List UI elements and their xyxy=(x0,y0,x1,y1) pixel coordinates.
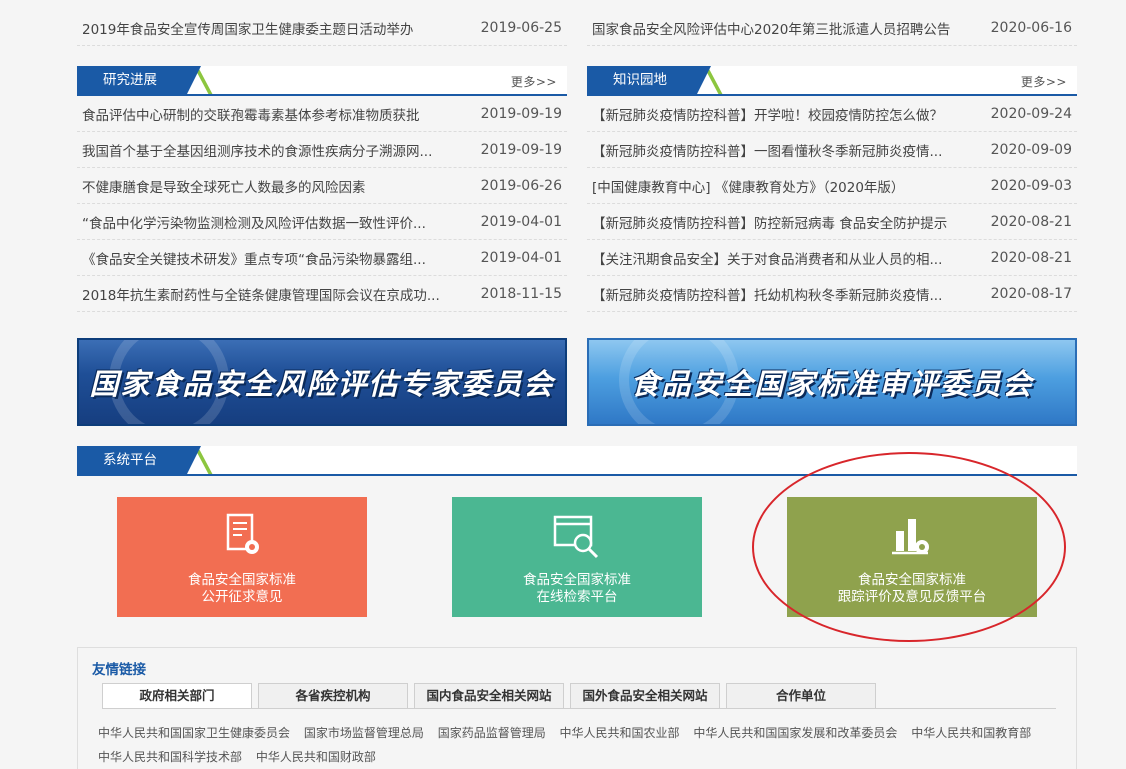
news-date: 2020-09-24 xyxy=(990,105,1072,122)
knowledge-list: 【新冠肺炎疫情防控科普】开学啦！校园疫情防控怎么做？ 2020-09-24 【新冠… xyxy=(587,96,1077,312)
news-title[interactable]: 【新冠肺炎疫情防控科普】开学啦！校园疫情防控怎么做？ xyxy=(592,104,943,124)
list-item[interactable]: “食品中化学污染物监测检测及风险评估数据一致性评价... 2019-04-01 xyxy=(77,204,567,240)
links-list: 中华人民共和国国家卫生健康委员会 国家市场监督管理总局 国家药品监督管理局 中华… xyxy=(98,721,1058,769)
list-item[interactable]: 我国首个基于全基因组测序技术的食源性疾病分子溯源网... 2019-09-19 xyxy=(77,132,567,168)
news-title[interactable]: 【关注汛期食品安全】关于对食品消费者和从业人员的相... xyxy=(592,248,942,268)
top-row-left-wrap: 2019年食品安全宣传周国家卫生健康委主题日活动举办 2019-06-25 xyxy=(77,10,567,46)
list-item[interactable]: [中国健康教育中心] 《健康教育处方》（2020年版） 2020-09-03 xyxy=(587,168,1077,204)
news-title[interactable]: 2018年抗生素耐药性与全链条健康管理国际会议在京成功... xyxy=(82,284,440,304)
research-more-link[interactable]: 更多>> xyxy=(511,73,557,90)
news-title[interactable]: “食品中化学污染物监测检测及风险评估数据一致性评价... xyxy=(82,212,426,232)
platform-line2: 公开征求意见 xyxy=(201,589,283,605)
expert-committee-banner[interactable]: 国家食品安全风险评估专家委员会 xyxy=(77,338,567,426)
news-date: 2020-08-21 xyxy=(990,249,1072,266)
news-title[interactable]: 2019年食品安全宣传周国家卫生健康委主题日活动举办 xyxy=(82,18,413,38)
list-item[interactable]: 【新冠肺炎疫情防控科普】开学啦！校园疫情防控怎么做？ 2020-09-24 xyxy=(587,96,1077,132)
knowledge-title: 知识园地 xyxy=(613,72,667,88)
tab-divider xyxy=(102,708,1056,709)
standard-committee-banner[interactable]: 食品安全国家标准审评委员会 xyxy=(587,338,1077,426)
link-item[interactable]: 中华人民共和国农业部 xyxy=(560,726,680,740)
news-title[interactable]: [中国健康教育中心] 《健康教育处方》（2020年版） xyxy=(592,176,904,196)
link-item[interactable]: 中华人民共和国财政部 xyxy=(256,750,376,764)
knowledge-more-link[interactable]: 更多>> xyxy=(1021,73,1067,90)
link-item[interactable]: 中华人民共和国科学技术部 xyxy=(98,750,242,764)
links-tab-bar: 政府相关部门 各省疾控机构 国内食品安全相关网站 国外食品安全相关网站 合作单位 xyxy=(102,683,876,709)
news-title[interactable]: 国家食品安全风险评估中心2020年第三批派遣人员招聘公告 xyxy=(592,18,950,38)
list-item[interactable]: 【新冠肺炎疫情防控科普】托幼机构秋冬季新冠肺炎疫情... 2020-08-17 xyxy=(587,276,1077,312)
list-item[interactable]: 【关注汛期食品安全】关于对食品消费者和从业人员的相... 2020-08-21 xyxy=(587,240,1077,276)
news-date: 2020-08-17 xyxy=(990,285,1072,302)
news-date: 2020-09-03 xyxy=(990,177,1072,194)
research-tab[interactable]: 研究进展 xyxy=(77,66,213,94)
news-date: 2020-06-16 xyxy=(990,19,1072,36)
knowledge-header: 知识园地 更多>> xyxy=(587,66,1077,96)
news-row[interactable]: 国家食品安全风险评估中心2020年第三批派遣人员招聘公告 2020-06-16 xyxy=(587,10,1077,46)
platform-line1: 食品安全国家标准 xyxy=(188,572,296,588)
tab-domestic-sites[interactable]: 国内食品安全相关网站 xyxy=(414,683,564,709)
platform-line1: 食品安全国家标准 xyxy=(523,572,631,588)
list-item[interactable]: 食品评估中心研制的交联孢霉毒素基体参考标准物质获批 2019-09-19 xyxy=(77,96,567,132)
list-item[interactable]: 不健康膳食是导致全球死亡人数最多的风险因素 2019-06-26 xyxy=(77,168,567,204)
platform-line2: 在线检索平台 xyxy=(536,589,618,605)
news-date: 2019-04-01 xyxy=(480,213,562,230)
list-item[interactable]: 【新冠肺炎疫情防控科普】防控新冠病毒 食品安全防护提示 2020-08-21 xyxy=(587,204,1077,240)
research-header: 研究进展 更多>> xyxy=(77,66,567,96)
news-title[interactable]: 【新冠肺炎疫情防控科普】防控新冠病毒 食品安全防护提示 xyxy=(592,212,947,232)
tab-partners[interactable]: 合作单位 xyxy=(726,683,876,709)
news-date: 2018-11-15 xyxy=(480,285,562,302)
news-title[interactable]: 【新冠肺炎疫情防控科普】托幼机构秋冬季新冠肺炎疫情... xyxy=(592,284,942,304)
news-date: 2019-09-19 xyxy=(480,105,562,122)
system-tab[interactable]: 系统平台 xyxy=(77,446,213,474)
news-date: 2019-09-19 xyxy=(480,141,562,158)
news-date: 2019-06-26 xyxy=(480,177,562,194)
link-item[interactable]: 中华人民共和国教育部 xyxy=(911,726,1031,740)
news-title[interactable]: 食品评估中心研制的交联孢霉毒素基体参考标准物质获批 xyxy=(82,104,420,124)
friendly-links-panel: 友情链接 政府相关部门 各省疾控机构 国内食品安全相关网站 国外食品安全相关网站… xyxy=(77,647,1077,769)
list-item[interactable]: 2018年抗生素耐药性与全链条健康管理国际会议在京成功... 2018-11-15 xyxy=(77,276,567,312)
knowledge-tab[interactable]: 知识园地 xyxy=(587,66,723,94)
tab-provincial-cdc[interactable]: 各省疾控机构 xyxy=(258,683,408,709)
links-title: 友情链接 xyxy=(92,662,146,678)
research-title: 研究进展 xyxy=(103,72,157,88)
document-gear-icon xyxy=(226,513,259,554)
link-item[interactable]: 中华人民共和国国家卫生健康委员会 xyxy=(98,726,290,740)
link-item[interactable]: 国家药品监督管理局 xyxy=(438,726,546,740)
link-item[interactable]: 中华人民共和国国家发展和改革委员会 xyxy=(693,726,897,740)
list-item[interactable]: 《食品安全关键技术研发》重点专项“食品污染物暴露组... 2019-04-01 xyxy=(77,240,567,276)
tab-foreign-sites[interactable]: 国外食品安全相关网站 xyxy=(570,683,720,709)
link-item[interactable]: 国家市场监督管理总局 xyxy=(304,726,424,740)
tab-government[interactable]: 政府相关部门 xyxy=(102,683,252,709)
news-title[interactable]: 【新冠肺炎疫情防控科普】一图看懂秋冬季新冠肺炎疫情... xyxy=(592,140,942,160)
platform-public-comment-button[interactable]: 食品安全国家标准 公开征求意见 xyxy=(117,497,367,617)
news-row[interactable]: 2019年食品安全宣传周国家卫生健康委主题日活动举办 2019-06-25 xyxy=(77,10,567,46)
list-item[interactable]: 【新冠肺炎疫情防控科普】一图看懂秋冬季新冠肺炎疫情... 2020-09-09 xyxy=(587,132,1077,168)
banner-text: 国家食品安全风险评估专家委员会 xyxy=(89,367,555,401)
platform-online-search-button[interactable]: 食品安全国家标准 在线检索平台 xyxy=(452,497,702,617)
news-title[interactable]: 《食品安全关键技术研发》重点专项“食品污染物暴露组... xyxy=(82,248,426,268)
research-section: 研究进展 更多>> 食品评估中心研制的交联孢霉毒素基体参考标准物质获批 2019-… xyxy=(77,66,567,312)
system-title: 系统平台 xyxy=(103,452,157,468)
browser-search-icon xyxy=(553,515,599,559)
news-date: 2020-08-21 xyxy=(990,213,1072,230)
highlight-circle-annotation xyxy=(752,452,1066,642)
news-title[interactable]: 我国首个基于全基因组测序技术的食源性疾病分子溯源网... xyxy=(82,140,432,160)
knowledge-section: 知识园地 更多>> 【新冠肺炎疫情防控科普】开学啦！校园疫情防控怎么做？ 2020… xyxy=(587,66,1077,312)
top-row-right-wrap: 国家食品安全风险评估中心2020年第三批派遣人员招聘公告 2020-06-16 xyxy=(587,10,1077,46)
news-date: 2020-09-09 xyxy=(990,141,1072,158)
research-list: 食品评估中心研制的交联孢霉毒素基体参考标准物质获批 2019-09-19 我国首个… xyxy=(77,96,567,312)
news-title[interactable]: 不健康膳食是导致全球死亡人数最多的风险因素 xyxy=(82,176,366,196)
news-date: 2019-04-01 xyxy=(480,249,562,266)
banner-text: 食品安全国家标准审评委员会 xyxy=(630,367,1034,401)
news-date: 2019-06-25 xyxy=(480,19,562,36)
